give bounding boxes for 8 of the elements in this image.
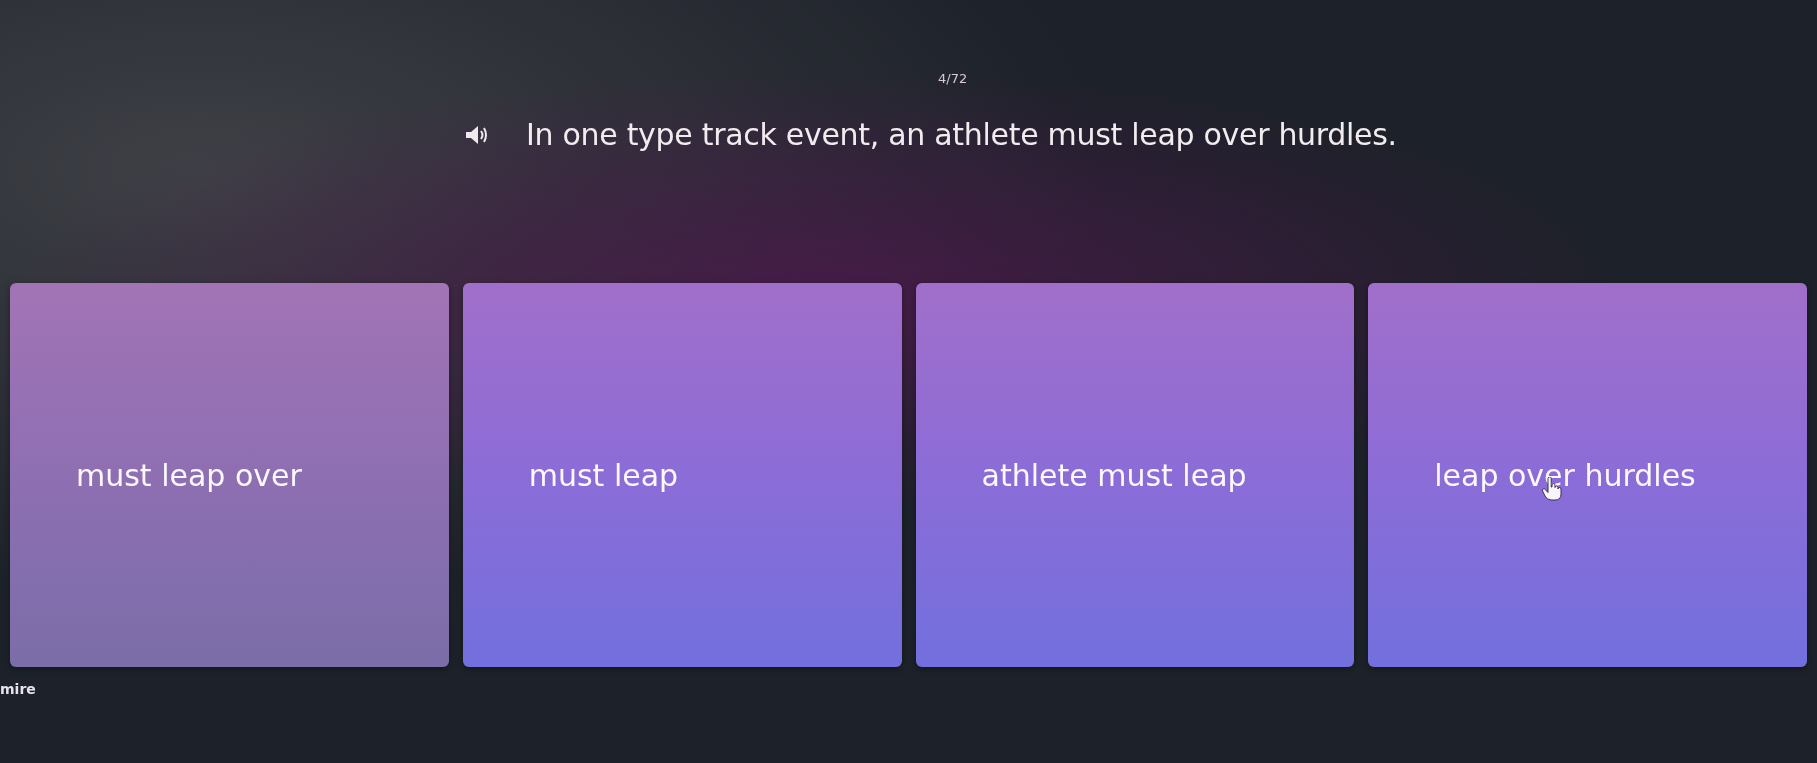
question-counter: 4/72 — [938, 71, 968, 86]
question-text: In one type track event, an athlete must leap over hurdles. — [526, 116, 1397, 154]
answer-option[interactable]: athlete must leap — [915, 283, 1355, 667]
answer-option[interactable]: must leap over — [10, 283, 449, 667]
footer-text: mire — [0, 681, 36, 697]
answer-option[interactable]: leap over hurdles — [1368, 283, 1807, 667]
speaker-icon[interactable] — [466, 125, 488, 144]
answer-option[interactable]: must leap — [462, 283, 902, 667]
